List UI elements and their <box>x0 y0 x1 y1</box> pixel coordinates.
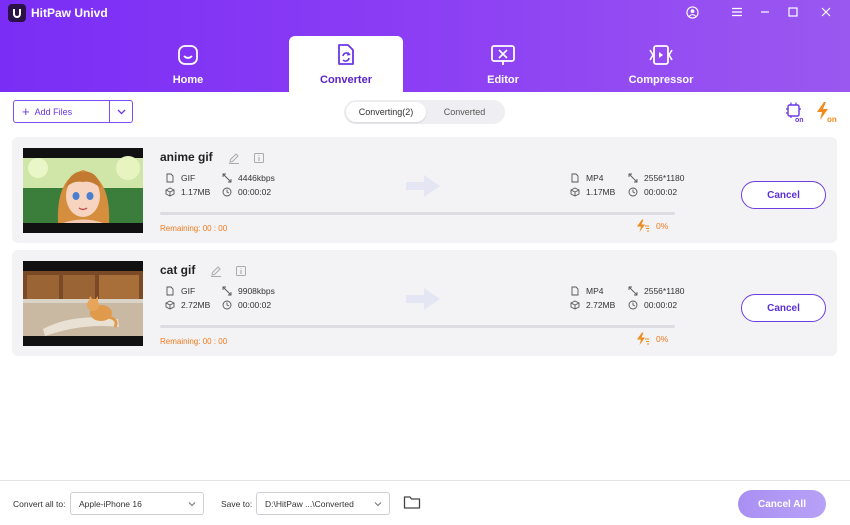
target-format: MP4 <box>570 286 603 296</box>
footer-bar: Convert all to: Apple-iPhone 16 Save to:… <box>0 480 850 525</box>
anime-video-thumbnail[interactable] <box>23 148 143 233</box>
file-icon <box>165 173 175 183</box>
chevron-down-icon <box>188 502 196 507</box>
file-name: anime gif <box>160 150 213 164</box>
tab-label: Compressor <box>628 74 694 86</box>
app-logo-icon <box>8 4 26 22</box>
source-duration: 00:00:02 <box>222 300 271 310</box>
tab-label: Editor <box>487 74 519 86</box>
cancel-button[interactable]: Cancel <box>741 294 826 322</box>
tab-compressor[interactable]: Compressor <box>604 36 718 92</box>
clock-icon <box>222 187 232 197</box>
tab-label: Converter <box>320 74 372 86</box>
target-size: 2.72MB <box>570 300 615 310</box>
cancel-button[interactable]: Cancel <box>741 181 826 209</box>
home-icon <box>177 44 199 66</box>
status-segmented-control: Converting(2) Converted <box>344 100 505 124</box>
maximize-icon[interactable] <box>785 4 801 20</box>
progress-percent: 0% <box>636 332 668 346</box>
info-icon[interactable] <box>253 151 265 163</box>
progress-bar <box>160 212 675 215</box>
converter-icon <box>335 44 357 66</box>
expand-icon <box>222 173 232 183</box>
box-icon <box>570 300 580 310</box>
clock-icon <box>628 300 638 310</box>
expand-icon <box>222 286 232 296</box>
source-bitrate: 9908kbps <box>222 286 275 296</box>
save-to-path-select[interactable]: D:\HitPaw ...\Converted <box>256 492 390 515</box>
title-bar: HitPaw Univd Home Converter Editor Compr… <box>0 0 850 92</box>
clock-icon <box>222 300 232 310</box>
account-icon[interactable] <box>684 4 700 20</box>
convert-all-label: Convert all to: <box>13 499 66 509</box>
source-format: GIF <box>165 286 195 296</box>
target-format: MP4 <box>570 173 603 183</box>
hardware-acceleration-icon[interactable]: on <box>783 101 805 124</box>
tab-converted[interactable]: Converted <box>426 102 503 122</box>
box-icon <box>165 187 175 197</box>
expand-icon <box>628 286 638 296</box>
chevron-down-icon <box>117 109 126 114</box>
file-name: cat gif <box>160 263 196 277</box>
compressor-icon <box>648 44 674 66</box>
lightning-speed-icon[interactable]: on <box>815 101 839 124</box>
source-size: 1.17MB <box>165 187 210 197</box>
app-title: HitPaw Univd <box>31 6 108 20</box>
cat-video-thumbnail[interactable] <box>23 261 143 346</box>
chevron-down-icon <box>374 502 382 507</box>
target-resolution: 2556*1180 <box>628 173 685 183</box>
target-size: 1.17MB <box>570 187 615 197</box>
svg-text:on: on <box>827 115 837 123</box>
tab-converting[interactable]: Converting(2) <box>346 102 426 122</box>
rename-pencil-icon[interactable] <box>210 264 222 277</box>
conversion-item-card: cat gif GIF 9908kbps 2.72MB 00:00:02 MP4… <box>12 250 837 356</box>
add-files-split-button: + Add Files <box>13 100 133 123</box>
source-bitrate: 4446kbps <box>222 173 275 183</box>
remaining-time: Remaining: 00 : 00 <box>160 224 228 233</box>
lightning-icon <box>636 219 650 233</box>
menu-icon[interactable] <box>729 4 745 20</box>
add-files-button[interactable]: + Add Files <box>14 101 111 122</box>
progress-percent: 0% <box>636 219 668 233</box>
remaining-time: Remaining: 00 : 00 <box>160 337 228 346</box>
progress-bar <box>160 325 675 328</box>
box-icon <box>570 187 580 197</box>
source-duration: 00:00:02 <box>222 187 271 197</box>
add-files-label: Add Files <box>34 106 73 117</box>
target-resolution: 2556*1180 <box>628 286 685 296</box>
convert-arrow-icon <box>404 173 444 199</box>
convert-arrow-icon <box>404 286 444 312</box>
tab-label: Home <box>172 74 204 86</box>
tab-converter[interactable]: Converter <box>289 36 403 92</box>
file-icon <box>570 173 580 183</box>
file-icon <box>165 286 175 296</box>
source-size: 2.72MB <box>165 300 210 310</box>
expand-icon <box>628 173 638 183</box>
editor-icon <box>490 44 516 66</box>
cancel-all-button[interactable]: Cancel All <box>738 490 826 518</box>
clock-icon <box>628 187 638 197</box>
source-format: GIF <box>165 173 195 183</box>
tab-home[interactable]: Home <box>131 36 245 92</box>
box-icon <box>165 300 175 310</box>
svg-text:on: on <box>795 117 804 123</box>
target-duration: 00:00:02 <box>628 300 677 310</box>
minimize-icon[interactable] <box>757 4 773 20</box>
lightning-icon <box>636 332 650 346</box>
target-duration: 00:00:02 <box>628 187 677 197</box>
conversion-item-card: anime gif GIF 4446kbps 1.17MB 00:00:02 M… <box>12 137 837 243</box>
add-files-dropdown-button[interactable] <box>110 101 132 122</box>
file-icon <box>570 286 580 296</box>
rename-pencil-icon[interactable] <box>228 151 240 164</box>
tab-editor[interactable]: Editor <box>446 36 560 92</box>
save-to-label: Save to: <box>221 499 253 509</box>
open-folder-icon[interactable] <box>403 494 421 510</box>
plus-icon: + <box>22 104 30 119</box>
convert-all-format-select[interactable]: Apple-iPhone 16 <box>70 492 204 515</box>
info-icon[interactable] <box>235 264 247 276</box>
close-icon[interactable] <box>818 4 834 20</box>
